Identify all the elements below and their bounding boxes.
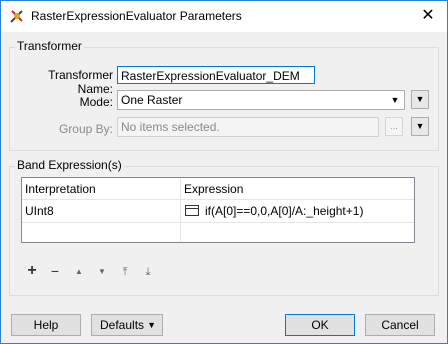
column-header-interpretation[interactable]: Interpretation: [22, 178, 180, 200]
move-to-top-button[interactable]: ⤒: [118, 265, 132, 279]
transformer-group-label: Transformer: [15, 39, 84, 53]
band-expressions-group-label: Band Expression(s): [15, 158, 124, 172]
add-row-button[interactable]: +: [25, 263, 39, 279]
close-icon[interactable]: ✕: [419, 7, 437, 25]
dialog-window: RasterExpressionEvaluator Parameters ✕ T…: [0, 0, 448, 344]
defaults-label: Defaults: [100, 318, 145, 332]
app-icon: [10, 10, 23, 23]
defaults-button[interactable]: Defaults ▼: [91, 314, 163, 336]
chevron-down-icon: ▼: [147, 320, 156, 330]
transformer-name-label: Transformer Name:: [48, 68, 113, 96]
title-bar: RasterExpressionEvaluator Parameters ✕: [1, 1, 447, 32]
mode-value: One Raster: [121, 93, 183, 107]
row-divider: [22, 222, 414, 223]
chevron-down-icon: ▼: [390, 95, 400, 105]
move-to-bottom-button[interactable]: ⤓: [141, 265, 155, 279]
transformer-name-input[interactable]: RasterExpressionEvaluator_DEM: [117, 66, 315, 84]
mode-select[interactable]: One Raster ▼: [117, 90, 405, 110]
move-up-button[interactable]: ▲: [72, 265, 86, 279]
group-by-options-button[interactable]: ▼: [411, 117, 429, 136]
dropdown-arrow-icon: ▼: [415, 121, 425, 131]
cancel-button[interactable]: Cancel: [365, 314, 435, 336]
cell-interpretation[interactable]: UInt8: [22, 200, 180, 222]
mode-label: Mode:: [79, 95, 113, 109]
dropdown-arrow-icon: ▼: [415, 94, 425, 104]
move-down-button[interactable]: ▼: [95, 265, 109, 279]
expression-editor-icon[interactable]: [185, 205, 199, 216]
expression-table: Interpretation Expression UInt8 if(A[0]=…: [21, 177, 415, 243]
mode-options-button[interactable]: ▼: [411, 90, 429, 109]
cell-expression[interactable]: if(A[0]==0,0,A[0]/A:_height+1): [202, 200, 414, 222]
remove-row-button[interactable]: −: [48, 264, 62, 278]
column-header-expression[interactable]: Expression: [181, 178, 414, 200]
ok-button[interactable]: OK: [285, 314, 355, 336]
help-button[interactable]: Help: [11, 314, 81, 336]
group-by-field[interactable]: No items selected.: [117, 117, 379, 137]
group-by-label: Group By:: [58, 122, 113, 136]
window-title: RasterExpressionEvaluator Parameters: [31, 9, 242, 23]
column-divider: [180, 178, 181, 242]
group-by-browse-button[interactable]: ...: [385, 117, 403, 136]
